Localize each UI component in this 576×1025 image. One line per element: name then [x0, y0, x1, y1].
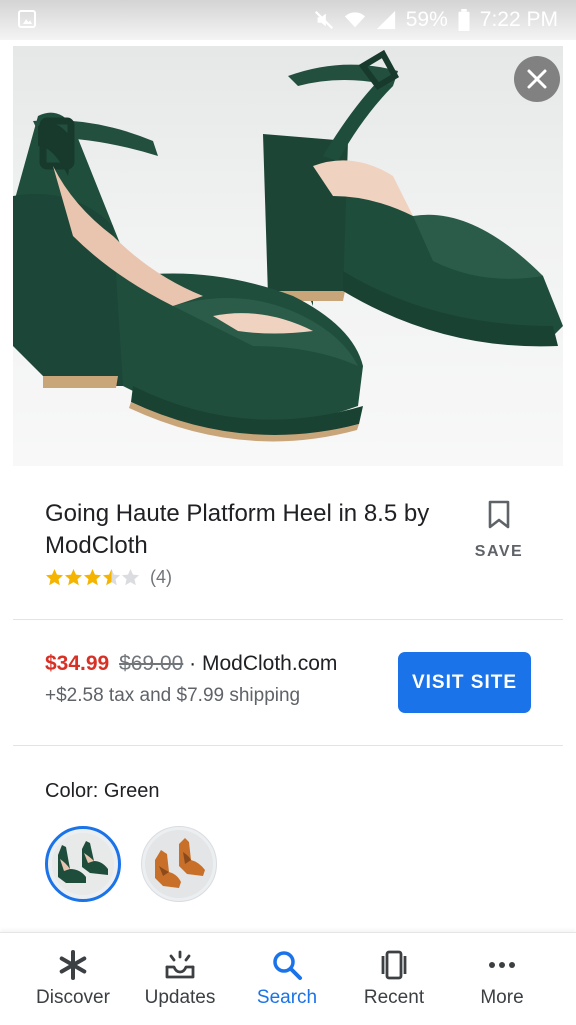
color-value: Green — [103, 780, 160, 802]
nav-label-search: Search — [256, 987, 318, 1008]
green-shoe-thumbnail — [52, 833, 114, 895]
recent-icon — [381, 950, 407, 980]
color-label-key: Color: — [45, 780, 99, 802]
clock: 7:22 PM — [479, 8, 558, 31]
gallery-notification-icon — [18, 10, 36, 28]
nav-label-recent: Recent — [363, 987, 425, 1008]
product-title: Going Haute Platform Heel in 8.5 by ModC… — [45, 500, 430, 559]
star-icon — [64, 568, 83, 586]
star-icon — [83, 568, 102, 586]
more-icon — [489, 962, 515, 968]
bookmark-icon — [488, 500, 510, 529]
battery-percent: 59% — [405, 8, 448, 31]
signal-icon — [376, 10, 395, 30]
nav-search[interactable]: Search — [232, 933, 342, 1025]
shoe-illustration — [13, 49, 563, 442]
wifi-icon — [344, 12, 365, 28]
rating[interactable]: (4) — [45, 567, 172, 588]
nav-updates[interactable]: Updates — [125, 933, 235, 1025]
mute-icon — [314, 10, 333, 30]
sale-price: $34.99 — [45, 652, 110, 675]
color-swatch-orange[interactable] — [141, 826, 217, 902]
close-icon — [527, 69, 547, 89]
nav-label-discover: Discover — [36, 987, 110, 1008]
color-label: Color: Green — [45, 780, 160, 803]
divider — [13, 745, 563, 746]
status-bar: 59% 7:22 PM — [0, 0, 576, 40]
star-rating — [45, 568, 140, 587]
price-separator: · — [183, 652, 202, 675]
nav-more[interactable]: More — [447, 933, 557, 1025]
status-indicators: 59% 7:22 PM — [313, 6, 558, 34]
product-image[interactable] — [13, 46, 563, 466]
star-icon — [45, 568, 64, 586]
save-button[interactable]: SAVE — [470, 500, 528, 561]
orange-shoe-thumbnail — [145, 830, 213, 898]
color-swatch-green[interactable] — [45, 826, 121, 902]
divider — [13, 619, 563, 620]
nav-label-more: More — [480, 987, 524, 1008]
updates-icon — [165, 950, 195, 979]
shipping-info: +$2.58 tax and $7.99 shipping — [45, 685, 301, 706]
star-icon — [102, 568, 121, 586]
star-icon — [121, 568, 140, 586]
close-button[interactable] — [514, 56, 560, 102]
price-line: $34.99 $69.00 · ModCloth.com — [45, 652, 337, 676]
nav-label-updates: Updates — [144, 987, 216, 1008]
nav-discover[interactable]: Discover — [18, 933, 128, 1025]
save-label: SAVE — [474, 543, 524, 560]
bottom-navigation: Discover Updates Search Recent More — [0, 932, 576, 1025]
asterisk-icon — [59, 950, 87, 980]
visit-site-button[interactable]: VISIT SITE — [398, 652, 531, 713]
review-count: (4) — [150, 567, 172, 587]
seller-name[interactable]: ModCloth.com — [202, 652, 337, 675]
search-icon — [273, 951, 302, 980]
nav-recent[interactable]: Recent — [339, 933, 449, 1025]
original-price: $69.00 — [119, 652, 184, 675]
battery-icon — [458, 9, 470, 31]
